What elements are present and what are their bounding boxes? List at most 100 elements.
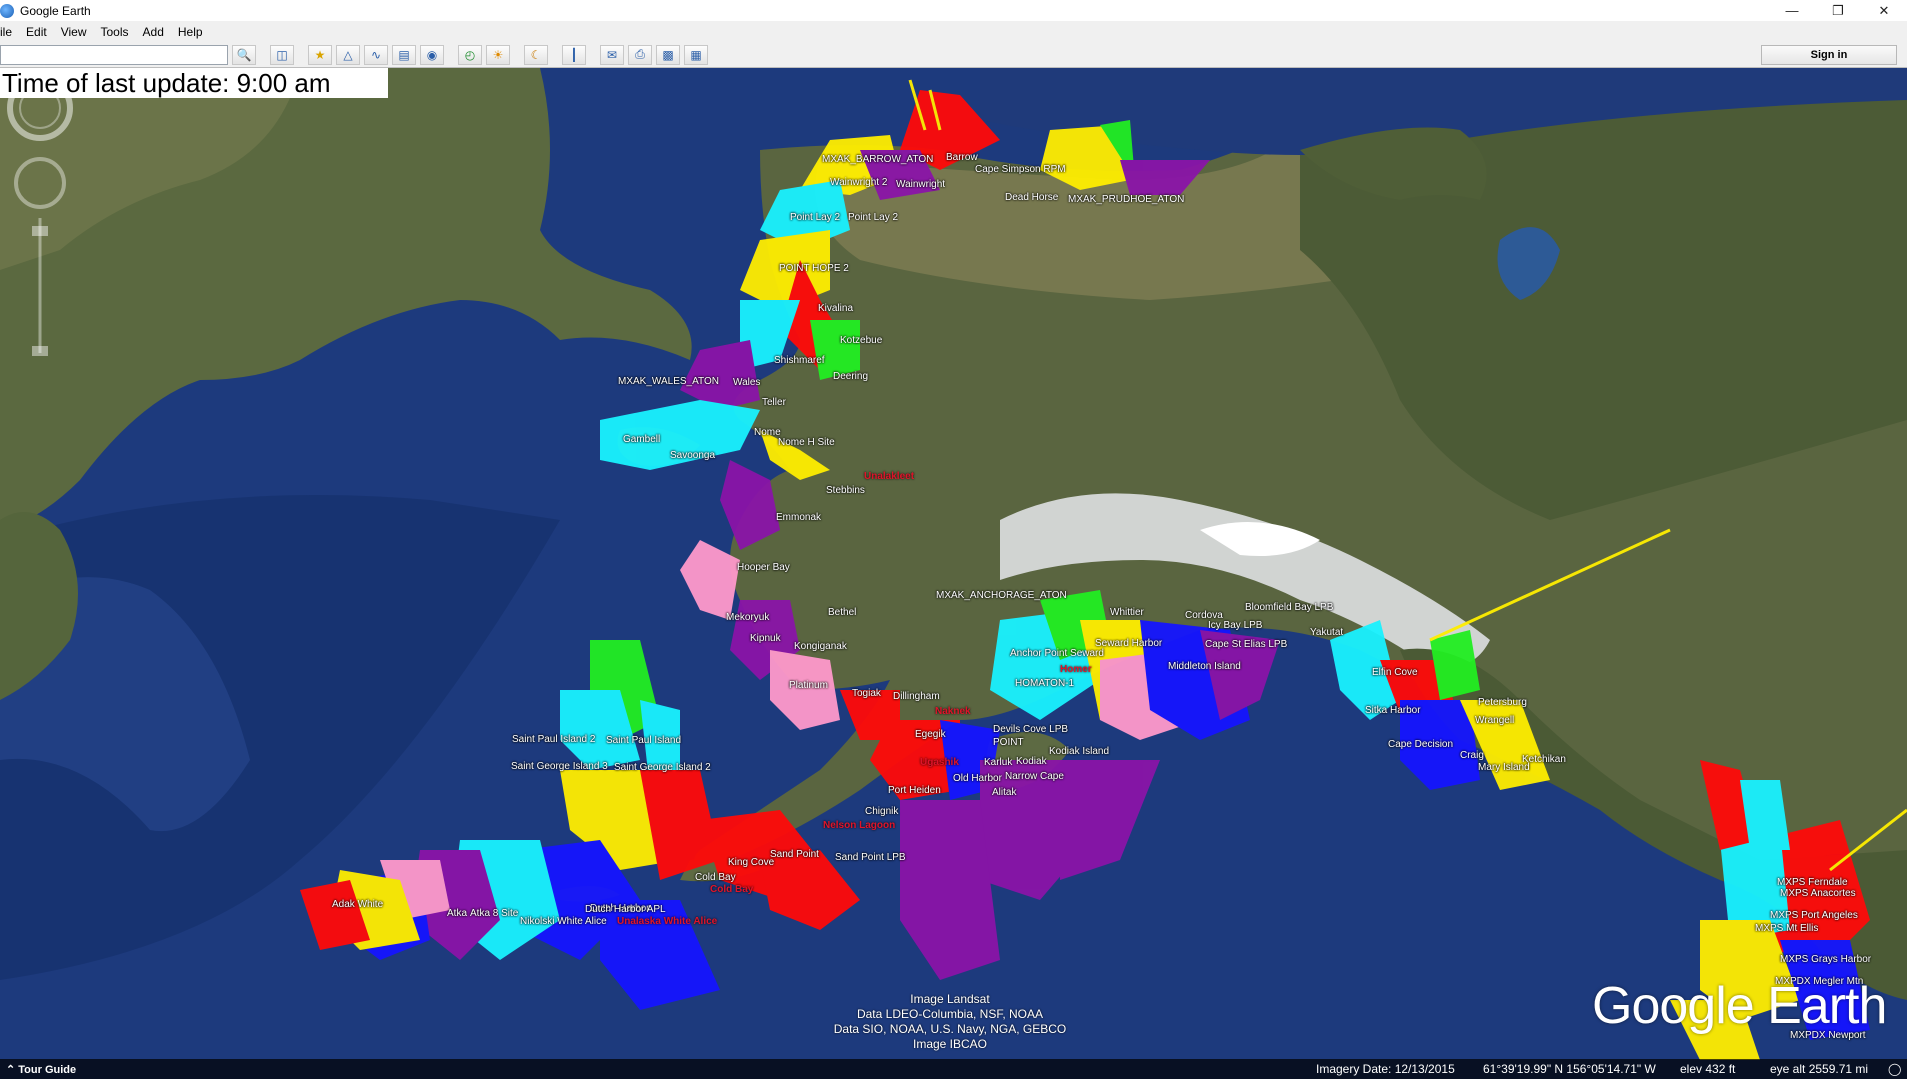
place-label[interactable]: Deering bbox=[833, 371, 868, 382]
historical-imagery-icon[interactable]: ◴ bbox=[458, 44, 482, 65]
place-label[interactable]: Old Harbor bbox=[953, 773, 1002, 784]
place-label[interactable]: MXPS Grays Harbor bbox=[1780, 954, 1871, 965]
polygon-icon[interactable]: △ bbox=[336, 44, 360, 65]
place-label[interactable]: Cape Decision bbox=[1388, 739, 1453, 750]
place-label[interactable]: Devils Cove LPB bbox=[993, 724, 1068, 735]
place-label[interactable]: Kotzebue bbox=[840, 335, 882, 346]
place-label[interactable]: Gambell bbox=[623, 434, 660, 445]
view-in-maps-icon[interactable]: ▦ bbox=[684, 44, 708, 65]
place-label[interactable]: Saint George Island 2 bbox=[614, 762, 711, 773]
place-label[interactable]: Savoonga bbox=[670, 450, 715, 461]
place-label[interactable]: Icy Bay LPB bbox=[1208, 620, 1262, 631]
place-label[interactable]: Cape Simpson RPM bbox=[975, 164, 1066, 175]
place-label[interactable]: Elfin Cove bbox=[1372, 667, 1418, 678]
ruler-icon[interactable]: ┃ bbox=[562, 44, 586, 65]
place-label[interactable]: Unalakleet bbox=[864, 471, 914, 482]
tour-guide-button[interactable]: ⌃ Tour Guide bbox=[2, 1061, 84, 1078]
place-label[interactable]: Unalaska White Alice bbox=[617, 916, 717, 927]
place-label[interactable]: Mekoryuk bbox=[726, 612, 769, 623]
path-icon[interactable]: ∿ bbox=[364, 44, 388, 65]
place-label[interactable]: Stebbins bbox=[826, 485, 865, 496]
place-label[interactable]: Point Lay 2 bbox=[790, 212, 840, 223]
place-label[interactable]: Wales bbox=[733, 377, 760, 388]
place-label[interactable]: Sand Point bbox=[770, 849, 819, 860]
place-label[interactable]: MXAK_WALES_ATON bbox=[618, 376, 719, 387]
place-label[interactable]: Sand Point LPB bbox=[835, 852, 906, 863]
print-icon[interactable]: ⎙ bbox=[628, 44, 652, 65]
menu-tools[interactable]: Tools bbox=[94, 25, 136, 39]
place-label[interactable]: Karluk bbox=[984, 757, 1012, 768]
place-label[interactable]: Naknek bbox=[935, 706, 971, 717]
close-button[interactable]: ✕ bbox=[1861, 0, 1907, 21]
place-label[interactable]: Nikolski White Alice bbox=[520, 916, 607, 927]
place-label[interactable]: Cold Bay bbox=[710, 884, 753, 895]
place-label[interactable]: Saint George Island 3 bbox=[511, 761, 608, 772]
search-input[interactable] bbox=[0, 44, 228, 65]
image-overlay-icon[interactable]: ▤ bbox=[392, 44, 416, 65]
place-label[interactable]: Mary Island bbox=[1478, 762, 1530, 773]
move-joystick-icon[interactable] bbox=[14, 157, 66, 209]
place-label[interactable]: MXPS Ferndale bbox=[1777, 877, 1848, 888]
place-label[interactable]: Cold Bay bbox=[695, 872, 736, 883]
place-label[interactable]: Petersburg bbox=[1478, 697, 1527, 708]
minimize-button[interactable]: — bbox=[1769, 0, 1815, 21]
place-label[interactable]: Kodiak Island bbox=[1049, 746, 1109, 757]
place-label[interactable]: Togiak bbox=[852, 688, 881, 699]
zoom-out-icon[interactable] bbox=[32, 346, 48, 356]
place-label[interactable]: MXPS Anacortes bbox=[1780, 888, 1856, 899]
place-label[interactable]: Homer bbox=[1060, 664, 1092, 675]
place-label[interactable]: Dead Horse bbox=[1005, 192, 1058, 203]
place-label[interactable]: Atka 8 Site bbox=[470, 908, 518, 919]
place-label[interactable]: Saint Paul Island 2 bbox=[512, 734, 595, 745]
place-label[interactable]: Bethel bbox=[828, 607, 856, 618]
place-label[interactable]: Egegik bbox=[915, 729, 946, 740]
place-label[interactable]: Craig bbox=[1460, 750, 1484, 761]
place-label[interactable]: Port Heiden bbox=[888, 785, 941, 796]
place-label[interactable]: Platinum bbox=[789, 680, 828, 691]
sidebar-toggle-icon[interactable]: ◫ bbox=[270, 44, 294, 65]
place-label[interactable]: Bloomfield Bay LPB bbox=[1245, 602, 1333, 613]
place-label[interactable]: Teller bbox=[762, 397, 786, 408]
place-label[interactable]: Emmonak bbox=[776, 512, 821, 523]
menu-add[interactable]: Add bbox=[136, 25, 171, 39]
zoom-in-icon[interactable] bbox=[32, 226, 48, 236]
place-label[interactable]: Wainwright bbox=[896, 179, 945, 190]
place-label[interactable]: Wrangell bbox=[1475, 715, 1514, 726]
place-label[interactable]: Kivalina bbox=[818, 303, 853, 314]
place-label[interactable]: Kodiak bbox=[1016, 756, 1047, 767]
place-label[interactable]: MXAK_ANCHORAGE_ATON bbox=[936, 590, 1067, 601]
search-icon[interactable]: 🔍 bbox=[232, 44, 256, 65]
place-label[interactable]: Atka bbox=[447, 908, 467, 919]
record-tour-icon[interactable]: ◉ bbox=[420, 44, 444, 65]
menu-view[interactable]: View bbox=[54, 25, 94, 39]
place-label[interactable]: Kipnuk bbox=[750, 633, 781, 644]
email-icon[interactable]: ✉ bbox=[600, 44, 624, 65]
menu-help[interactable]: Help bbox=[171, 25, 210, 39]
place-label[interactable]: Narrow Cape bbox=[1005, 771, 1064, 782]
place-label[interactable]: Chignik bbox=[865, 806, 898, 817]
place-label[interactable]: Anchor Point Seward bbox=[1010, 648, 1104, 659]
sign-in-button[interactable]: Sign in bbox=[1761, 45, 1897, 65]
place-label[interactable]: Shishmaref bbox=[774, 355, 825, 366]
place-label[interactable]: Point Lay 2 bbox=[848, 212, 898, 223]
place-label[interactable]: MXAK_BARROW_ATON bbox=[822, 154, 933, 165]
place-label[interactable]: Middleton Island bbox=[1168, 661, 1241, 672]
place-label[interactable]: Wainwright 2 bbox=[830, 177, 887, 188]
place-label[interactable]: Nome bbox=[754, 427, 781, 438]
place-label[interactable]: Cape St Elias LPB bbox=[1205, 639, 1287, 650]
placemark-icon[interactable]: ★ bbox=[308, 44, 332, 65]
menu-file[interactable]: ile bbox=[0, 25, 19, 39]
place-label[interactable]: Dutch Harbor APL bbox=[585, 904, 666, 915]
place-label[interactable]: POINT bbox=[993, 737, 1024, 748]
place-label[interactable]: Dillingham bbox=[893, 691, 940, 702]
place-label[interactable]: MXPS Port Angeles bbox=[1770, 910, 1858, 921]
map-view[interactable]: N bbox=[0, 68, 1907, 1079]
place-label[interactable]: Sitka Harbor bbox=[1365, 705, 1421, 716]
place-label[interactable]: Adak White bbox=[332, 899, 383, 910]
place-label[interactable]: Hooper Bay bbox=[737, 562, 790, 573]
place-label[interactable]: Nome H Site bbox=[778, 437, 835, 448]
place-label[interactable]: Barrow bbox=[946, 152, 978, 163]
place-label[interactable]: Saint Paul Island bbox=[606, 735, 681, 746]
place-label[interactable]: King Cove bbox=[728, 857, 774, 868]
restore-button[interactable]: ❐ bbox=[1815, 0, 1861, 21]
